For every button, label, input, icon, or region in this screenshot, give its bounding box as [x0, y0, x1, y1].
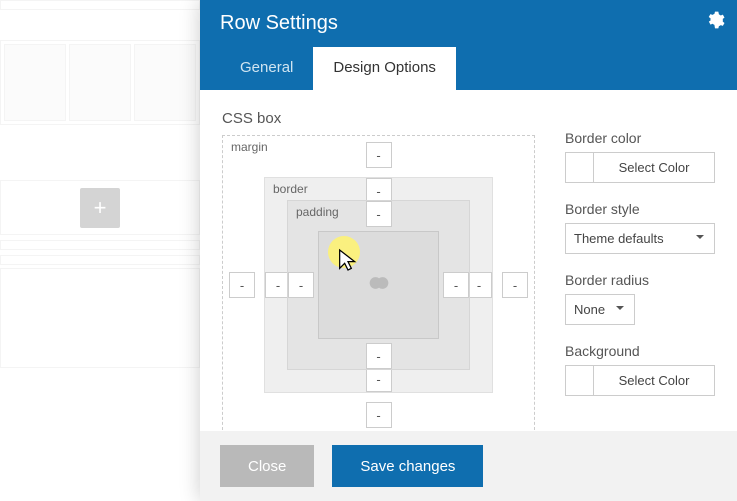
chevron-down-icon	[694, 231, 706, 246]
modal-body: CSS box margin border padding	[200, 90, 737, 431]
chevron-down-icon	[614, 302, 626, 317]
add-element-button[interactable]: +	[80, 188, 120, 228]
border-color-picker[interactable]: Select Color	[565, 152, 715, 183]
builder-row	[0, 40, 200, 125]
border-label: border	[273, 182, 308, 196]
css-box-model: margin border padding	[222, 135, 535, 431]
modal-footer: Close Save changes	[200, 431, 737, 501]
builder-canvas: +	[0, 0, 200, 501]
border-radius-value: None	[574, 302, 605, 317]
builder-empty-row: +	[0, 180, 200, 235]
background-label: Background	[565, 343, 715, 359]
content-core[interactable]	[318, 231, 439, 339]
padding-right-input[interactable]	[443, 272, 469, 298]
padding-bottom-input[interactable]	[366, 343, 392, 369]
border-color-button[interactable]: Select Color	[594, 153, 714, 182]
modal-header: Row Settings General Design Options	[200, 0, 737, 90]
padding-left-input[interactable]	[288, 272, 314, 298]
padding-label: padding	[296, 205, 339, 219]
save-changes-button[interactable]: Save changes	[332, 445, 483, 487]
border-style-value: Theme defaults	[574, 231, 664, 246]
background-color-button[interactable]: Select Color	[594, 366, 714, 395]
modal-title: Row Settings	[220, 0, 717, 35]
builder-column	[69, 44, 131, 121]
close-button[interactable]: Close	[220, 445, 314, 487]
background-color-picker[interactable]: Select Color	[565, 365, 715, 396]
builder-column	[134, 44, 196, 121]
image-placeholder-icon	[365, 272, 393, 299]
border-color-swatch[interactable]	[566, 153, 594, 182]
cssbox-section-label: CSS box	[222, 110, 535, 127]
tab-general[interactable]: General	[220, 47, 313, 90]
border-style-label: Border style	[565, 201, 715, 217]
border-radius-label: Border radius	[565, 272, 715, 288]
settings-gear-icon[interactable]	[705, 10, 725, 35]
border-color-label: Border color	[565, 130, 715, 146]
tab-design-options[interactable]: Design Options	[313, 47, 456, 90]
background-color-swatch[interactable]	[566, 366, 594, 395]
row-settings-modal: Row Settings General Design Options CSS …	[200, 0, 737, 501]
border-style-select[interactable]: Theme defaults	[565, 223, 715, 254]
builder-column	[4, 44, 66, 121]
tabs: General Design Options	[220, 47, 456, 90]
padding-top-input[interactable]	[366, 201, 392, 227]
border-radius-select[interactable]: None	[565, 294, 635, 325]
plus-icon: +	[94, 195, 107, 221]
